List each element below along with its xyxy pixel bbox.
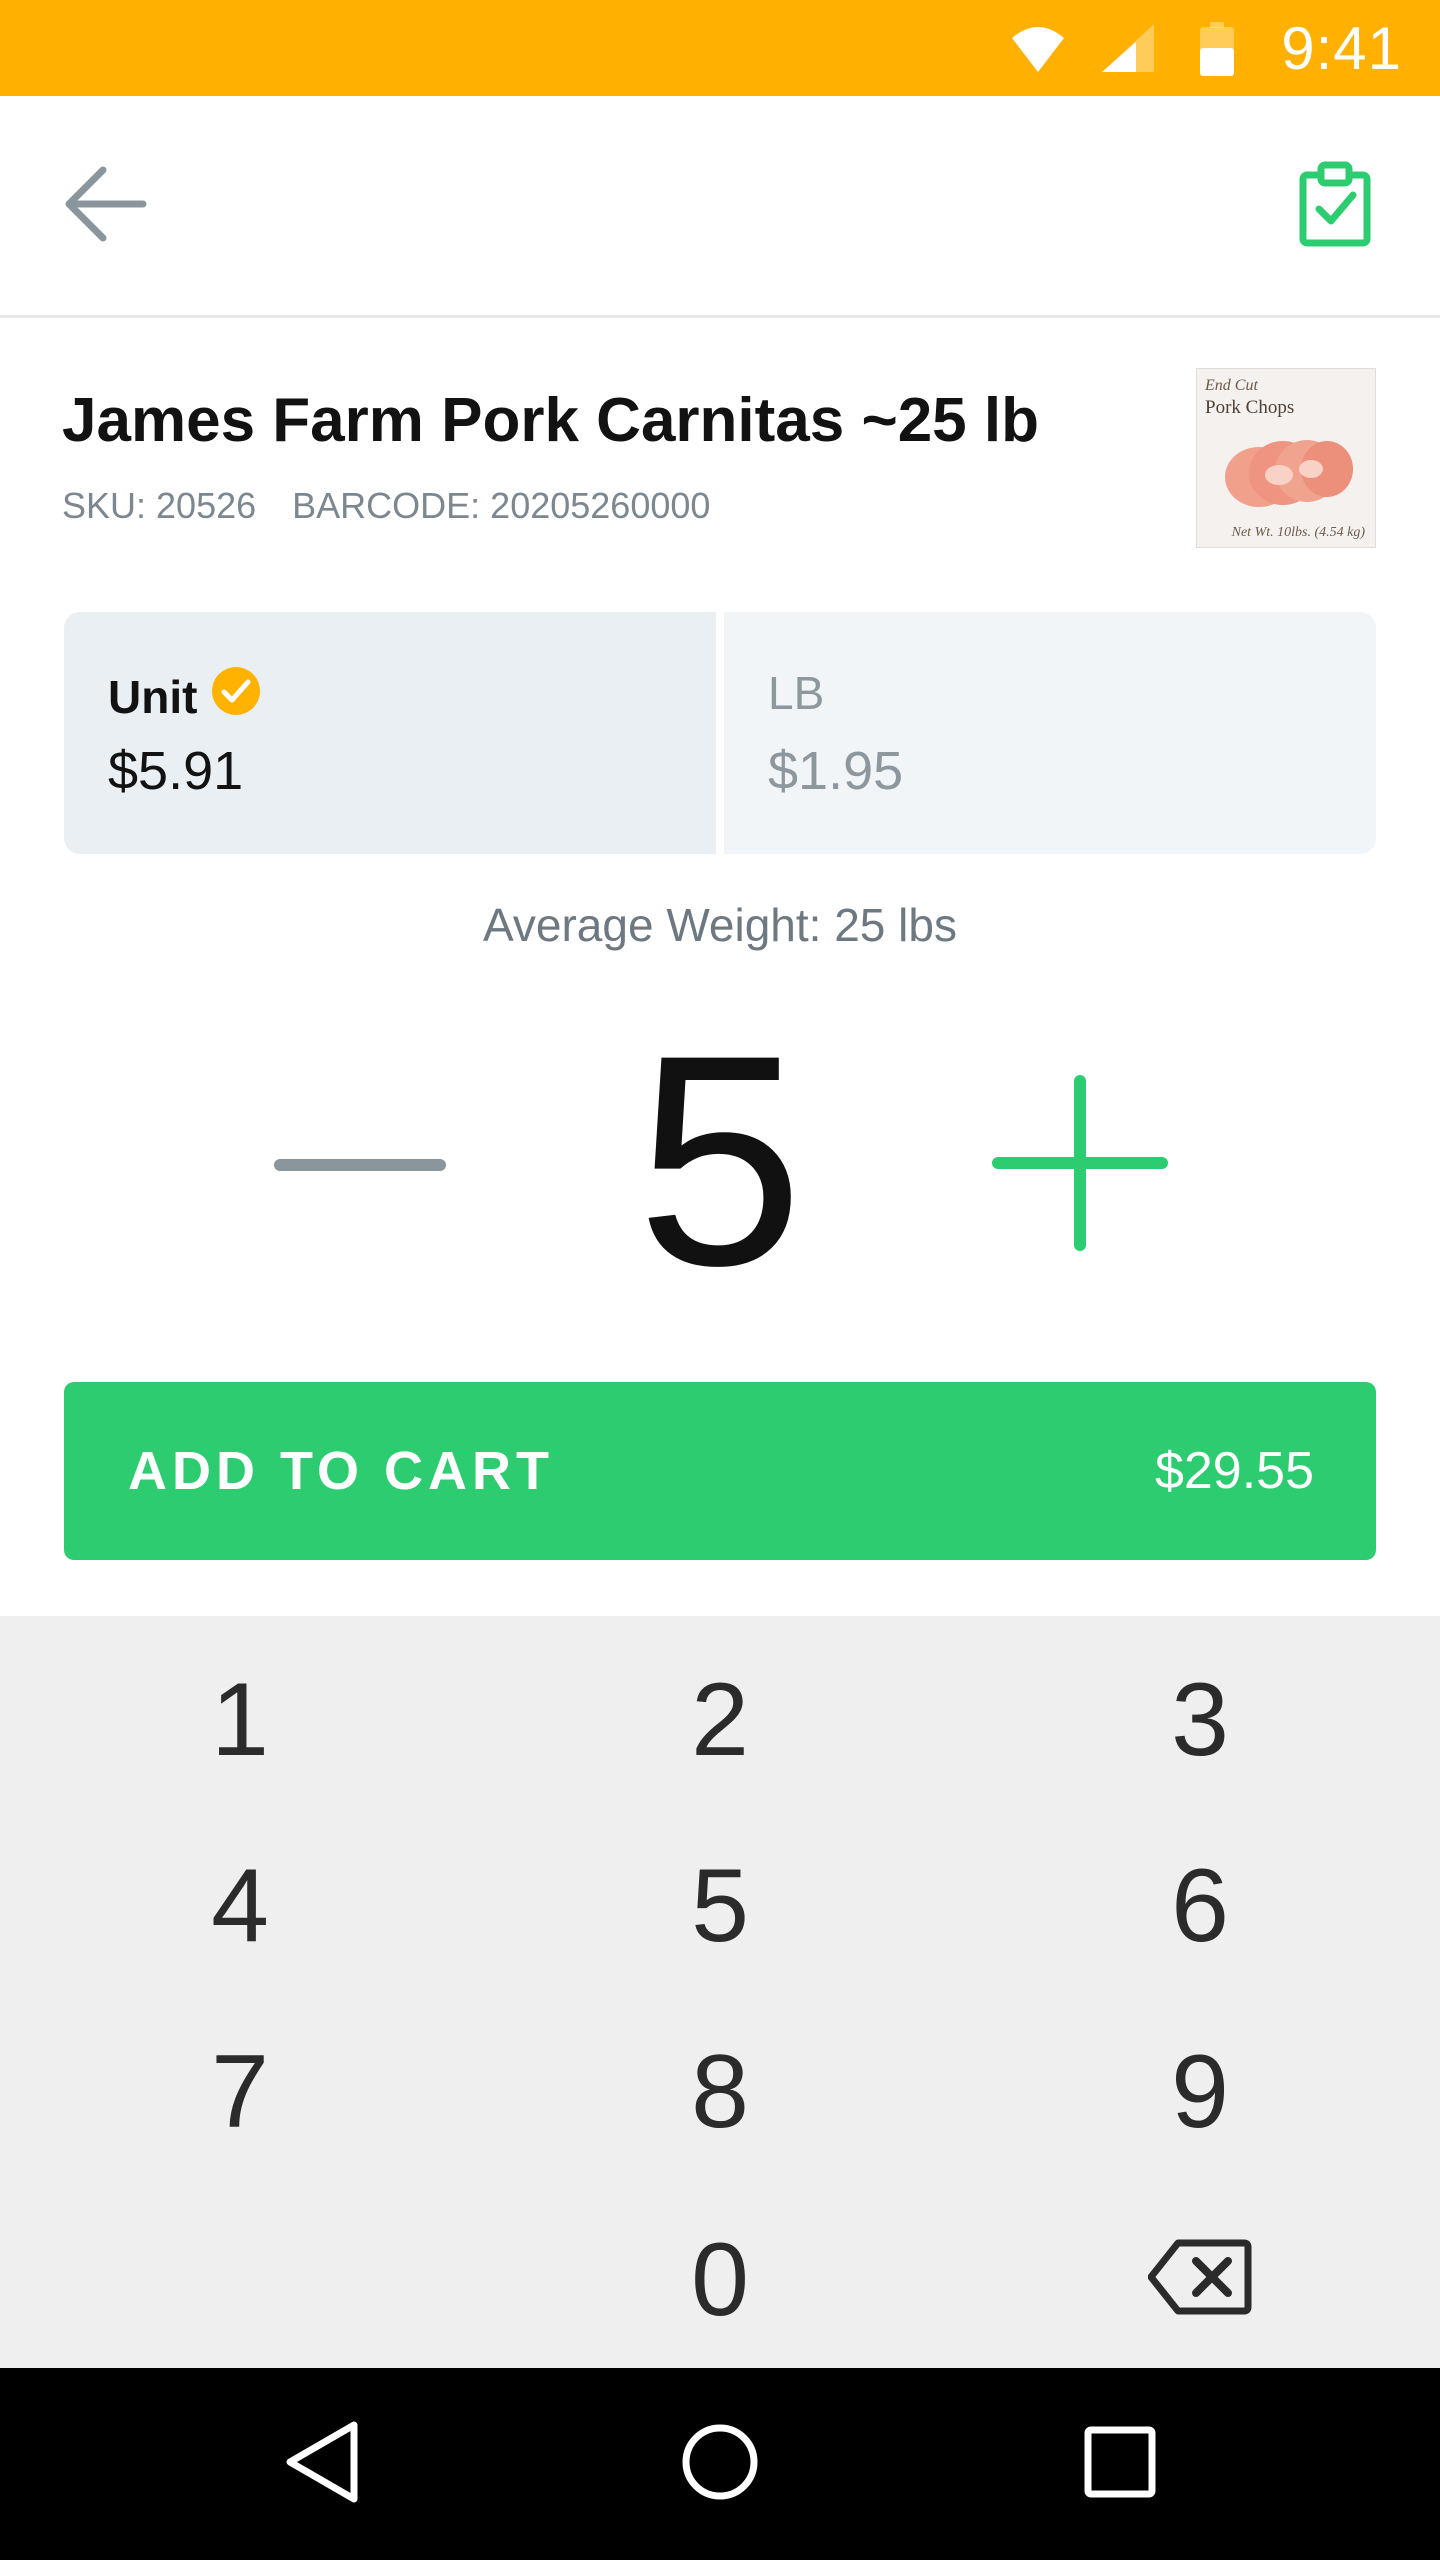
nav-home-button[interactable]	[660, 2404, 780, 2524]
arrow-left-icon	[63, 164, 147, 249]
price-option-lb-price: $1.95	[768, 741, 904, 801]
key-1[interactable]: 1	[60, 1630, 420, 1810]
recents-square-icon	[1083, 2425, 1157, 2504]
price-option-unit-price: $5.91	[108, 741, 244, 801]
product-title: James Farm Pork Carnitas ~25 lb	[62, 386, 1039, 455]
status-time: 9:41	[1281, 15, 1402, 82]
product-sku: SKU: 20526	[62, 485, 257, 526]
minus-icon	[274, 1159, 446, 1171]
home-circle-icon	[680, 2422, 760, 2507]
quantity-value: 5	[636, 992, 804, 1328]
nav-recents-button[interactable]	[1060, 2404, 1180, 2524]
key-9[interactable]: 9	[1020, 2002, 1380, 2182]
back-triangle-icon	[282, 2419, 362, 2510]
decrease-quantity-button[interactable]	[260, 1100, 460, 1230]
backspace-icon	[1147, 2221, 1252, 2340]
key-2[interactable]: 2	[540, 1630, 900, 1810]
battery-icon	[1200, 22, 1234, 81]
system-nav-bar	[0, 2368, 1440, 2560]
product-image-name: Pork Chops	[1205, 397, 1295, 418]
product-meta: SKU: 20526 BARCODE: 20205260000	[62, 485, 710, 527]
pork-chops-picture	[1225, 440, 1353, 507]
price-option-lb[interactable]: LB $1.95	[724, 612, 1376, 854]
key-5[interactable]: 5	[540, 1816, 900, 1996]
price-option-lb-label: LB	[768, 667, 825, 719]
product-image-weight: Net Wt. 10lbs. (4.54 kg)	[1231, 525, 1365, 540]
key-7[interactable]: 7	[60, 2002, 420, 2182]
selected-check-icon	[211, 666, 261, 727]
product-image-caption: End Cut	[1205, 377, 1258, 394]
price-option-unit-label-row: Unit	[108, 666, 261, 727]
increase-quantity-button[interactable]	[990, 1070, 1170, 1260]
average-weight: Average Weight: 25 lbs	[483, 899, 957, 951]
status-bar: 9:41	[0, 0, 1440, 96]
nav-back-button[interactable]	[262, 2404, 382, 2524]
add-to-cart-button[interactable]: ADD TO CART $29.55	[64, 1382, 1376, 1560]
plus-icon	[992, 1074, 1168, 1256]
signal-icon	[1100, 22, 1156, 79]
order-guide-button[interactable]	[1280, 151, 1390, 261]
back-button[interactable]	[50, 156, 160, 256]
product-image[interactable]: End Cut Pork Chops Net Wt. 10lbs. (4.54 …	[1196, 368, 1376, 548]
key-0[interactable]: 0	[540, 2190, 900, 2370]
key-6[interactable]: 6	[1020, 1816, 1380, 1996]
quantity-stepper: 5	[0, 1000, 1440, 1330]
key-4[interactable]: 4	[60, 1816, 420, 1996]
product-barcode: BARCODE: 20205260000	[292, 485, 711, 526]
numeric-keypad: 1 2 3 4 5 6 7 8 9 0	[0, 1616, 1440, 2368]
wifi-icon	[1010, 22, 1066, 79]
key-8[interactable]: 8	[540, 2002, 900, 2182]
add-to-cart-label: ADD TO CART	[128, 1441, 554, 1501]
key-3[interactable]: 3	[1020, 1630, 1380, 1810]
price-option-unit[interactable]: Unit $5.91	[64, 612, 716, 854]
price-option-unit-label: Unit	[108, 670, 198, 723]
backspace-key[interactable]	[1020, 2190, 1380, 2370]
app-bar	[0, 96, 1440, 318]
clipboard-check-icon	[1299, 161, 1371, 252]
add-to-cart-total: $29.55	[1154, 1442, 1314, 1500]
